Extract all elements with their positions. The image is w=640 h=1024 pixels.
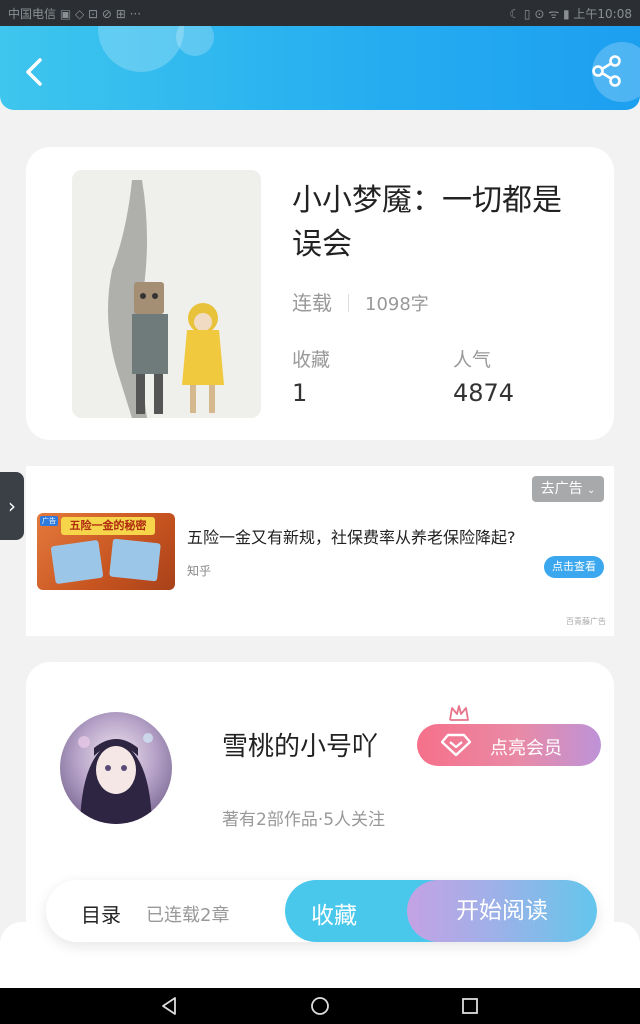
- ad-brand: 百青藤广告: [566, 617, 606, 626]
- bottom-action-bar: 目录 已连载2章 收藏 开始阅读: [46, 880, 597, 942]
- system-nav-bar: [0, 988, 640, 1024]
- remove-ad-button[interactable]: 去广告 ⌄: [532, 476, 604, 502]
- cover-illustration: [72, 170, 261, 418]
- status-left: 中国电信 ▣ ◇ ⊡ ⊘ ⊞ ···: [8, 7, 142, 21]
- chapter-count: 已连载2章: [146, 905, 230, 926]
- ad-image-card: [50, 539, 104, 585]
- diamond-icon: [441, 733, 471, 757]
- stat-value-popularity: 4874: [453, 379, 515, 407]
- ad-source: 知乎: [187, 564, 212, 578]
- book-meta: 连载 1098字: [292, 287, 429, 316]
- ad-image-tag: 广告: [40, 516, 58, 526]
- favorite-button-label: 收藏: [311, 903, 357, 929]
- share-button[interactable]: [590, 54, 624, 88]
- catalog-button[interactable]: 目录: [81, 899, 121, 928]
- chevron-right-icon: ›: [8, 494, 16, 518]
- nav-recent-icon[interactable]: [460, 996, 480, 1016]
- chevron-down-icon: ⌄: [587, 485, 596, 496]
- author-avatar[interactable]: [60, 712, 172, 824]
- book-status: 连载: [292, 291, 332, 315]
- stat-label-popularity: 人气: [453, 349, 492, 371]
- decor-bubble: [98, 26, 184, 72]
- stat-label-favorites: 收藏: [292, 349, 331, 371]
- book-cover[interactable]: [72, 170, 261, 418]
- side-expand-tab[interactable]: ›: [0, 472, 24, 540]
- ad-image-banner: 五险一金的秘密: [61, 517, 155, 535]
- ad-cta-button[interactable]: 点击查看: [544, 556, 604, 578]
- book-word-count: 1098字: [365, 294, 429, 315]
- vip-button-label: 点亮会员: [490, 738, 562, 759]
- back-icon: [26, 58, 42, 86]
- book-info-card: 小小梦魇：一切都是误会 连载 1098字 收藏 1 人气 4874: [26, 147, 614, 440]
- header: [0, 26, 640, 110]
- book-title: 小小梦魇：一切都是误会: [292, 183, 562, 262]
- status-bar: 中国电信 ▣ ◇ ⊡ ⊘ ⊞ ··· ☾ ▯ ⊙ ᯤ ▮ 上午10:08: [0, 0, 640, 26]
- meta-divider: [348, 294, 349, 312]
- ad-title[interactable]: 五险一金又有新规，社保费率从养老保险降起?: [187, 524, 516, 548]
- avatar-illustration: [78, 733, 153, 824]
- vip-button[interactable]: 点亮会员: [417, 705, 601, 766]
- ad-image[interactable]: 广告 五险一金的秘密: [37, 513, 175, 590]
- ad-card[interactable]: 去广告 ⌄ 广告 五险一金的秘密 五险一金又有新规，社保费率从养老保险降起? 知…: [26, 466, 614, 636]
- remove-ad-label: 去广告: [540, 481, 583, 497]
- share-icon: [592, 55, 621, 87]
- start-reading-button[interactable]: 开始阅读: [407, 880, 597, 942]
- back-button[interactable]: [18, 54, 54, 90]
- crown-icon: [449, 705, 469, 721]
- author-name[interactable]: 雪桃的小号吖: [222, 726, 378, 763]
- decor-bubble: [176, 26, 214, 56]
- ad-image-card: [109, 538, 161, 582]
- nav-home-icon[interactable]: [310, 996, 330, 1016]
- status-right: ☾ ▯ ⊙ ᯤ ▮ 上午10:08: [509, 7, 632, 21]
- nav-back-icon[interactable]: [160, 996, 180, 1016]
- stat-value-favorites: 1: [292, 379, 308, 407]
- author-info: 著有2部作品·5人关注: [222, 810, 386, 830]
